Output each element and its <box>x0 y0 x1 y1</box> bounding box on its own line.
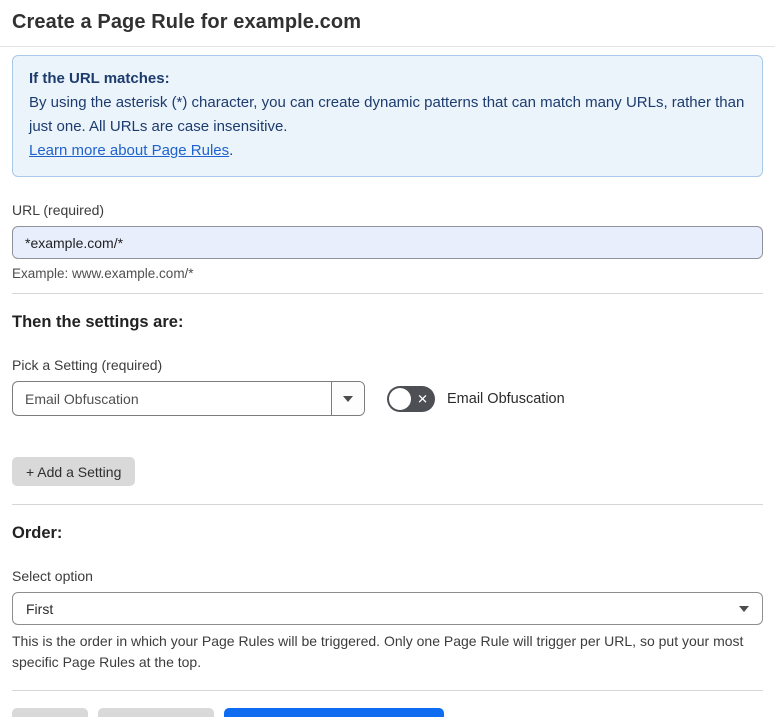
chevron-down-icon <box>739 605 749 612</box>
info-box-link-line: Learn more about Page Rules. <box>29 139 746 163</box>
setting-dropdown-value: Email Obfuscation <box>25 390 139 407</box>
toggle-label: Email Obfuscation <box>447 390 565 407</box>
cancel-button[interactable]: Cancel <box>12 708 88 717</box>
toggle-knob <box>389 387 411 410</box>
url-field-label: URL (required) <box>12 202 105 218</box>
setting-dropdown[interactable]: Email Obfuscation <box>12 381 365 416</box>
order-select-value: First <box>26 600 54 617</box>
title-divider <box>0 46 775 47</box>
setting-dropdown-arrow-button[interactable] <box>331 382 364 415</box>
info-box-heading: If the URL matches: <box>29 70 170 87</box>
info-box-body: By using the asterisk (*) character, you… <box>29 94 745 135</box>
section-divider <box>12 504 763 505</box>
email-obfuscation-toggle[interactable]: ✕ <box>387 385 435 412</box>
learn-more-link[interactable]: Learn more about Page Rules <box>29 142 229 159</box>
footer-divider <box>12 690 763 691</box>
settings-section-heading: Then the settings are: <box>12 313 184 331</box>
footer-actions: Cancel Save as Draft Save and Deploy Pag… <box>12 708 763 717</box>
url-example-text: Example: www.example.com/* <box>12 266 194 281</box>
order-description: This is the order in which your Page Rul… <box>12 633 744 670</box>
save-as-draft-button[interactable]: Save as Draft <box>98 708 214 717</box>
url-matches-info-box: If the URL matches: By using the asteris… <box>12 55 763 177</box>
order-select[interactable]: First <box>12 592 763 625</box>
order-select-label: Select option <box>12 568 93 584</box>
section-divider <box>12 293 763 294</box>
page-title: Create a Page Rule for example.com <box>12 11 362 33</box>
setting-row: Email Obfuscation ✕ Email Obfuscation <box>12 381 763 416</box>
url-input[interactable] <box>12 226 763 259</box>
link-suffix: . <box>229 142 234 159</box>
save-and-deploy-button[interactable]: Save and Deploy Page Rule <box>224 708 444 717</box>
order-section-heading: Order: <box>12 524 63 542</box>
chevron-down-icon <box>343 395 353 402</box>
pick-setting-label: Pick a Setting (required) <box>12 357 163 373</box>
add-setting-button[interactable]: + Add a Setting <box>12 457 136 486</box>
toggle-off-x-icon: ✕ <box>417 391 428 406</box>
